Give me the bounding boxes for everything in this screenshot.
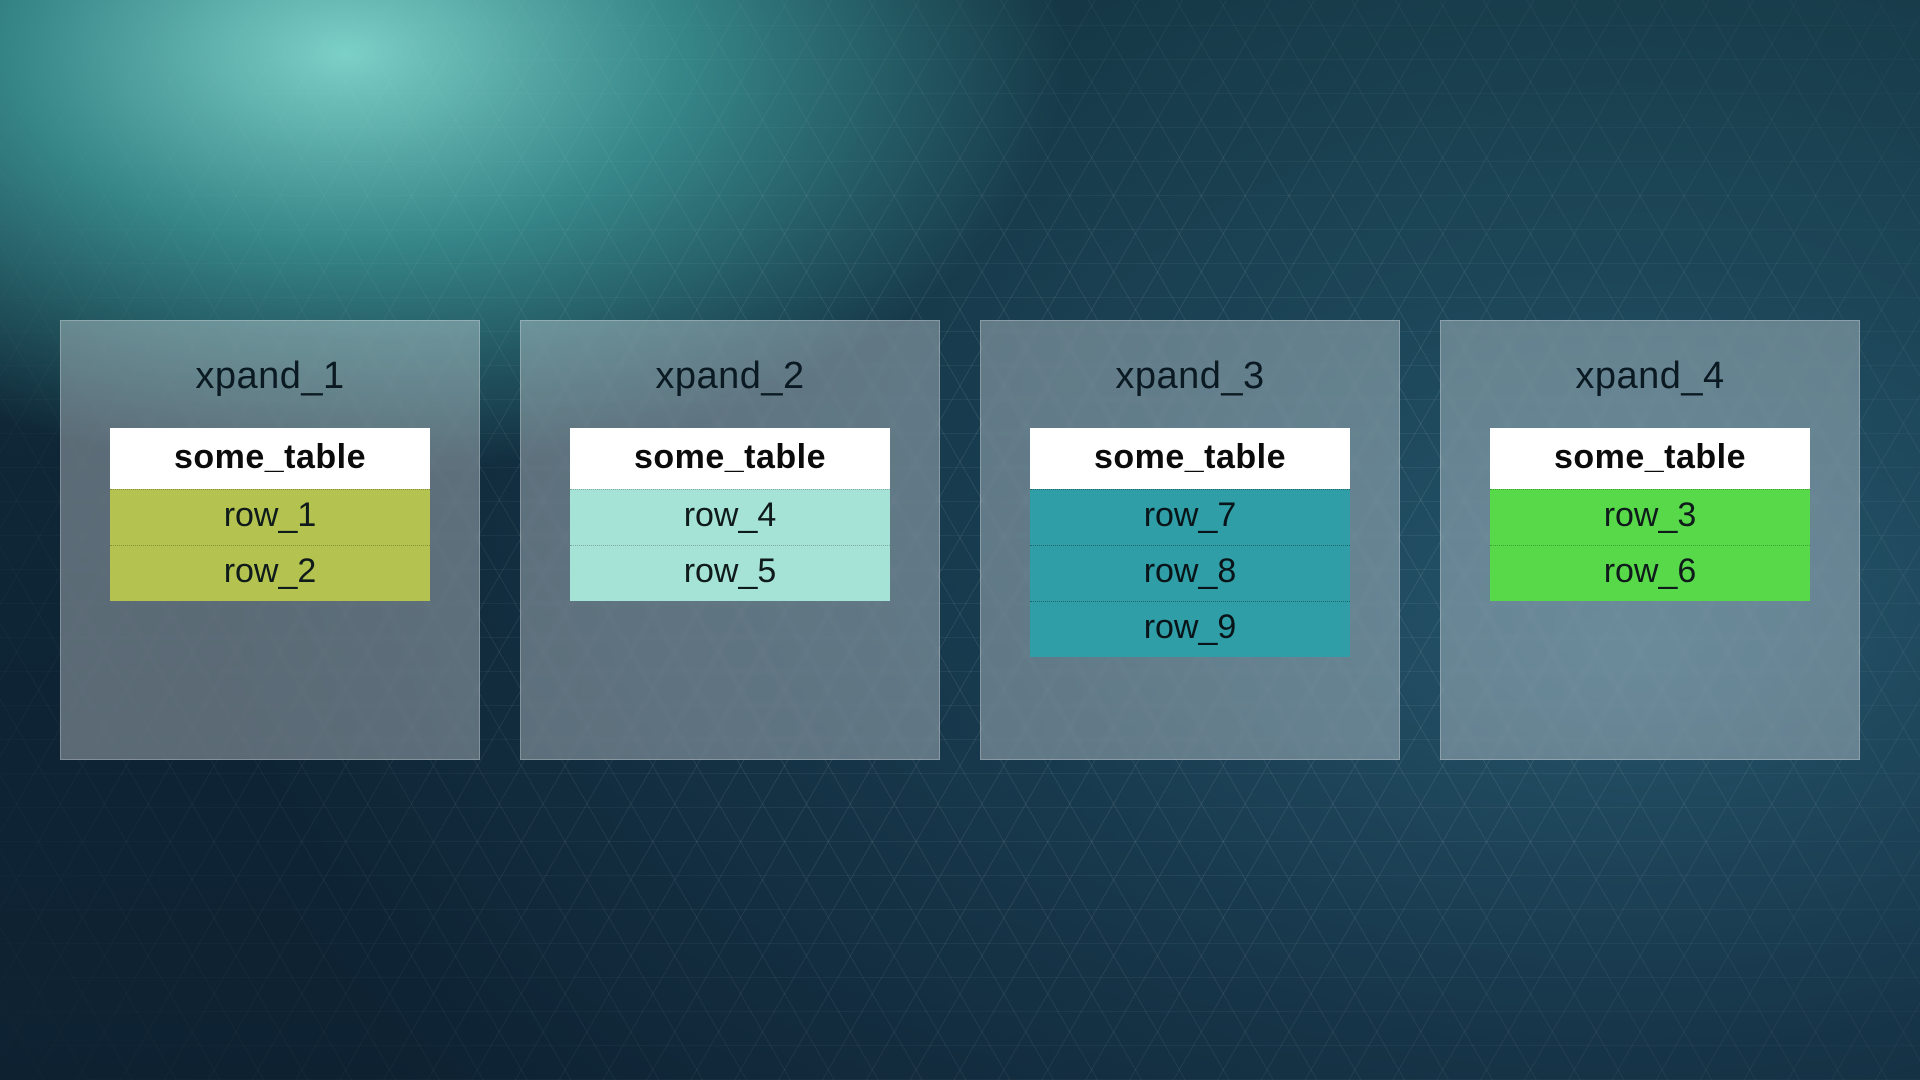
shard-table: some_table row_7 row_8 row_9 xyxy=(1030,428,1350,657)
table-row: row_1 xyxy=(110,489,430,545)
shard-table: some_table row_3 row_6 xyxy=(1490,428,1810,601)
shard-node-3: xpand_3 some_table row_7 row_8 row_9 xyxy=(980,320,1400,760)
shard-node-2: xpand_2 some_table row_4 row_5 xyxy=(520,320,940,760)
table-row: row_2 xyxy=(110,545,430,601)
table-row: row_7 xyxy=(1030,489,1350,545)
shard-node-title: xpand_3 xyxy=(1115,355,1264,398)
shard-node-title: xpand_4 xyxy=(1575,355,1724,398)
table-row: row_4 xyxy=(570,489,890,545)
table-header: some_table xyxy=(1490,428,1810,489)
shard-table: some_table row_4 row_5 xyxy=(570,428,890,601)
table-row: row_6 xyxy=(1490,545,1810,601)
table-row: row_3 xyxy=(1490,489,1810,545)
table-row: row_5 xyxy=(570,545,890,601)
shard-node-4: xpand_4 some_table row_3 row_6 xyxy=(1440,320,1860,760)
table-row: row_8 xyxy=(1030,545,1350,601)
diagram-stage: xpand_1 some_table row_1 row_2 xpand_2 s… xyxy=(0,0,1920,1080)
table-header: some_table xyxy=(1030,428,1350,489)
table-row: row_9 xyxy=(1030,601,1350,657)
table-header: some_table xyxy=(570,428,890,489)
table-header: some_table xyxy=(110,428,430,489)
shard-table: some_table row_1 row_2 xyxy=(110,428,430,601)
shard-node-title: xpand_1 xyxy=(195,355,344,398)
shard-node-title: xpand_2 xyxy=(655,355,804,398)
shard-node-1: xpand_1 some_table row_1 row_2 xyxy=(60,320,480,760)
